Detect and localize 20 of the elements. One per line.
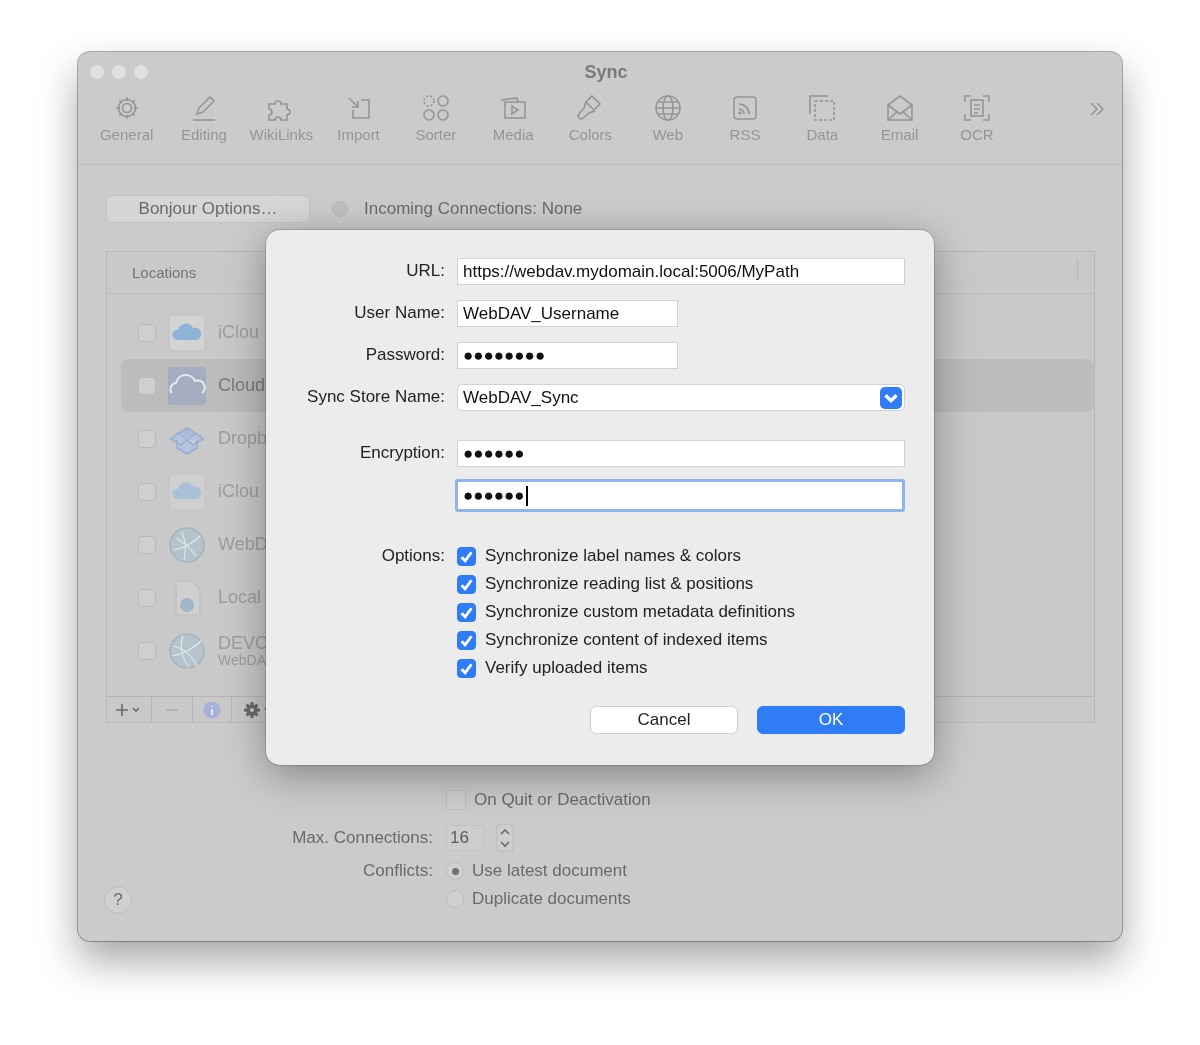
field-label: Max. Connections:	[291, 828, 433, 848]
field-label: Sync Store Name:	[307, 387, 445, 407]
radio-label: Use latest document	[472, 861, 627, 881]
radio-label: Duplicate documents	[472, 889, 631, 909]
checkbox-label: Synchronize label names & colors	[485, 546, 742, 566]
window-title: Sync	[583, 61, 629, 83]
checkbox-label: On Quit or Deactivation	[474, 790, 651, 810]
checkbox-label: Verify uploaded items	[485, 658, 648, 678]
checkbox-label: Synchronize reading list & positions	[485, 574, 754, 594]
column-header: Locations	[132, 264, 197, 281]
field-label: Conflicts:	[362, 861, 433, 881]
checkbox-label: Synchronize custom metadata definitions	[485, 602, 795, 622]
field-label: Options:	[380, 546, 445, 566]
location-name: Cloud	[218, 376, 266, 395]
field-label: Password:	[365, 345, 445, 365]
incoming-connections-text: Incoming Connections: None	[364, 199, 583, 219]
checkbox-label: Synchronize content of indexed items	[485, 630, 768, 650]
field-label: Encryption:	[359, 443, 445, 463]
field-label: User Name:	[354, 303, 445, 323]
field-label: URL:	[406, 261, 445, 281]
